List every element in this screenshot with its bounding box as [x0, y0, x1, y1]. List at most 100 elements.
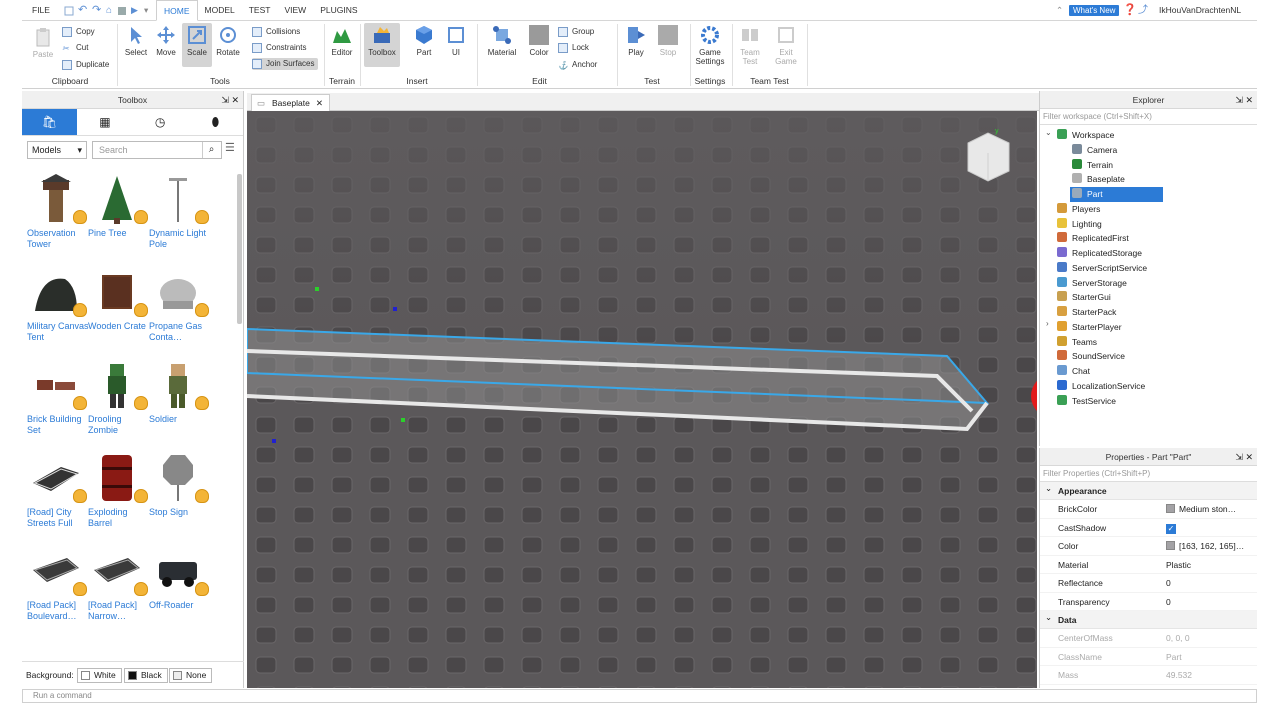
collisions-toggle[interactable]: Collisions: [252, 26, 300, 38]
close-icon[interactable]: ⇲ ✕: [1235, 91, 1253, 109]
part-button[interactable]: Part: [410, 25, 438, 57]
explorer-item[interactable]: Workspace: [1057, 128, 1114, 143]
toolbox-scrollbar[interactable]: [237, 174, 242, 324]
collapse-ribbon-icon[interactable]: ⌃: [1056, 0, 1063, 21]
explorer-item[interactable]: Part: [1070, 187, 1163, 202]
property-row[interactable]: CenterOfMass 0, 0, 0: [1040, 629, 1257, 648]
toolbox-item[interactable]: Drooling Zombie: [88, 360, 150, 436]
stop-button[interactable]: Stop: [654, 25, 682, 57]
handle[interactable]: [272, 439, 276, 443]
search-icon[interactable]: ⌕: [202, 142, 220, 158]
explorer-item[interactable]: Terrain: [1072, 158, 1113, 173]
tab-home[interactable]: HOME: [156, 0, 198, 21]
tab-model[interactable]: MODEL: [198, 0, 242, 21]
toolbox-item[interactable]: Exploding Barrel: [88, 453, 150, 529]
rotate-button[interactable]: Rotate: [214, 25, 242, 57]
3d-viewport[interactable]: y: [247, 111, 1037, 688]
paste-button[interactable]: Paste: [30, 27, 56, 59]
toolbox-item[interactable]: Soldier: [149, 360, 211, 425]
handle[interactable]: [315, 287, 319, 291]
explorer-item[interactable]: Chat: [1057, 364, 1090, 379]
property-row[interactable]: Mass 49.532: [1040, 666, 1257, 685]
explorer-item[interactable]: ReplicatedStorage: [1057, 246, 1142, 261]
handle[interactable]: [393, 307, 397, 311]
username[interactable]: IkHouVanDrachtenNL: [1159, 0, 1241, 21]
terrain-editor-button[interactable]: Editor: [328, 25, 356, 57]
creations-tab[interactable]: ⬮: [188, 109, 243, 135]
move-button[interactable]: Move: [152, 25, 180, 57]
explorer-item[interactable]: Lighting: [1057, 217, 1102, 232]
close-icon[interactable]: ⇲ ✕: [221, 91, 239, 109]
checkbox[interactable]: ✓: [1166, 523, 1176, 534]
help-icon[interactable]: ❓: [1123, 0, 1137, 21]
toolbox-button[interactable]: Toolbox: [364, 23, 400, 67]
toolbox-item[interactable]: Dynamic Light Pole: [149, 174, 211, 250]
property-row[interactable]: BrickColor Medium ston…: [1040, 500, 1257, 519]
anchor-button[interactable]: ⚓ Anchor: [558, 59, 597, 71]
explorer-item[interactable]: ServerScriptService: [1057, 261, 1147, 276]
explorer-item[interactable]: Teams: [1057, 335, 1097, 350]
group-button[interactable]: Group: [558, 26, 594, 38]
chevron-right-icon[interactable]: ›: [1046, 319, 1049, 328]
copy-button[interactable]: Copy: [62, 26, 95, 38]
close-icon[interactable]: ⇲ ✕: [1235, 448, 1253, 466]
properties-filter-input[interactable]: Filter Properties (Ctrl+Shift+P): [1040, 466, 1257, 482]
team-test-button[interactable]: Team Test: [734, 25, 766, 66]
toolbox-item[interactable]: [Road Pack] Boulevard…: [27, 546, 89, 622]
property-section-header[interactable]: Data: [1040, 608, 1257, 629]
property-row[interactable]: Material Plastic: [1040, 556, 1257, 574]
tab-plugins[interactable]: PLUGINS: [313, 0, 364, 21]
explorer-item[interactable]: TestService: [1057, 394, 1116, 409]
redo-icon[interactable]: ↷: [92, 0, 101, 21]
command-bar[interactable]: Run a command: [22, 689, 1257, 703]
game-settings-button[interactable]: Game Settings: [692, 25, 728, 66]
property-row[interactable]: Reflectance 0: [1040, 574, 1257, 593]
color-button[interactable]: Color: [525, 25, 553, 57]
constraints-toggle[interactable]: Constraints: [252, 42, 306, 54]
explorer-item[interactable]: SoundService: [1057, 349, 1125, 364]
explorer-item[interactable]: StarterPack: [1057, 305, 1116, 320]
toolbox-item[interactable]: Propane Gas Conta…: [149, 267, 211, 343]
toolbox-item[interactable]: Pine Tree: [88, 174, 150, 239]
play-button[interactable]: Play: [622, 25, 650, 57]
select-button[interactable]: Select: [122, 25, 150, 57]
duplicate-button[interactable]: Duplicate: [62, 59, 109, 71]
bg-white-button[interactable]: White: [77, 668, 122, 683]
join-surfaces-toggle[interactable]: Join Surfaces: [252, 58, 319, 70]
undo-icon[interactable]: ↶: [78, 0, 87, 21]
bg-none-button[interactable]: None: [169, 668, 213, 683]
property-row[interactable]: ClassName Part: [1040, 648, 1257, 666]
explorer-item[interactable]: ServerStorage: [1057, 276, 1127, 291]
category-dropdown[interactable]: Models ▾: [27, 141, 87, 159]
inventory-tab[interactable]: ▦: [77, 109, 132, 135]
bg-black-button[interactable]: Black: [124, 668, 168, 683]
property-row[interactable]: Transparency 0: [1040, 593, 1257, 611]
tab-view[interactable]: VIEW: [277, 0, 313, 21]
play-icon[interactable]: ▶: [131, 0, 138, 21]
save-icon[interactable]: [64, 0, 76, 21]
property-row[interactable]: CastShadow ✓: [1040, 519, 1257, 537]
toolbox-item[interactable]: Stop Sign: [149, 453, 211, 518]
filter-icon[interactable]: ☰: [225, 141, 235, 154]
stop-icon[interactable]: [118, 0, 126, 21]
toolbox-item[interactable]: Brick Building Set: [27, 360, 89, 436]
tab-test[interactable]: TEST: [242, 0, 278, 21]
close-icon[interactable]: ✕: [316, 98, 323, 108]
toolbox-item[interactable]: [Road] City Streets Full: [27, 453, 89, 529]
explorer-item[interactable]: Players: [1057, 202, 1100, 217]
scene-render[interactable]: y: [247, 111, 1037, 688]
tab-baseplate[interactable]: ▭ Baseplate ✕: [251, 94, 330, 111]
explorer-item[interactable]: LocalizationService: [1057, 379, 1145, 394]
scale-button[interactable]: Scale: [182, 23, 212, 67]
exit-game-button[interactable]: Exit Game: [770, 25, 802, 66]
explorer-item[interactable]: ReplicatedFirst: [1057, 231, 1129, 246]
material-button[interactable]: Material: [484, 25, 520, 57]
marketplace-tab[interactable]: 🛍: [22, 109, 78, 135]
handle[interactable]: [401, 418, 405, 422]
toolbox-item[interactable]: [Road Pack] Narrow…: [88, 546, 150, 622]
toolbox-item[interactable]: Off-Roader: [149, 546, 211, 611]
file-menu[interactable]: FILE: [32, 0, 50, 21]
ui-button[interactable]: UI: [442, 25, 470, 57]
property-section-header[interactable]: Appearance: [1040, 479, 1257, 500]
chevron-down-icon[interactable]: ⌄: [1045, 128, 1052, 137]
